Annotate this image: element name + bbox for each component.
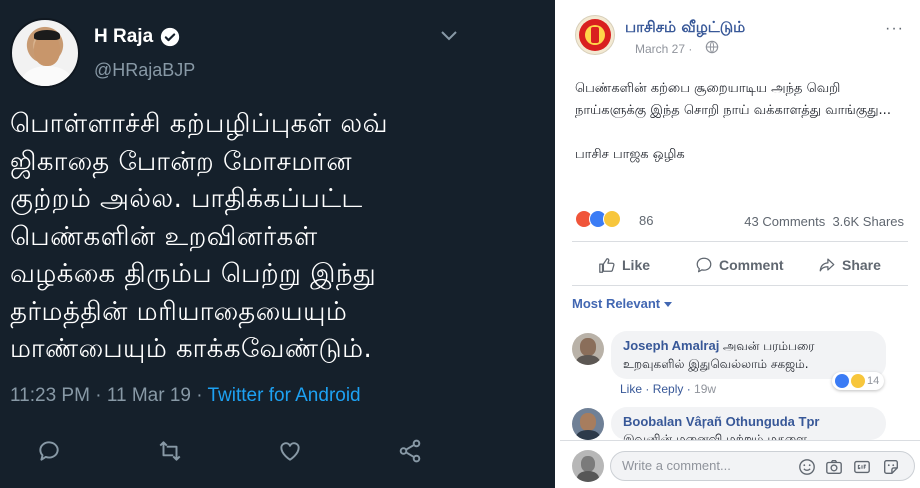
tweet-meta: 11:23 PM · 11 Mar 19 · Twitter for Andro…	[10, 385, 361, 407]
tweet-source-link[interactable]: Twitter for Android	[208, 385, 361, 406]
comment-text: உறவுகளில் இதுவெல்லாம் சகஜம்.	[623, 357, 809, 371]
tweet-author-name[interactable]: H Raja	[94, 26, 153, 48]
comment-text: இவனின் மனைவி மற்றும் மகளை	[623, 432, 807, 440]
comment-reactions[interactable]: 14	[832, 372, 885, 390]
share-arrow-icon	[819, 258, 835, 272]
sticker-icon[interactable]	[882, 458, 900, 476]
commenter-avatar[interactable]	[572, 333, 604, 365]
like-reaction-icon	[835, 374, 849, 388]
tweet-text-line: தர்மத்தின் மரியாதையையும்	[10, 296, 348, 327]
tweet-handle[interactable]: @HRajaBJP	[94, 60, 195, 81]
comment-sort-label: Most Relevant	[572, 296, 661, 311]
like-label: Like	[622, 257, 651, 273]
share-button[interactable]	[397, 438, 427, 468]
tweet-text-line: குற்றம் அல்ல. பாதிக்கப்பட்ட	[10, 184, 363, 214]
tweet-date[interactable]: 11 Mar 19	[107, 385, 191, 406]
write-comment-box[interactable]	[610, 451, 915, 481]
haha-reaction-icon	[603, 210, 621, 228]
comment-reply-link[interactable]: Reply	[653, 382, 684, 396]
comment-input[interactable]	[622, 458, 792, 473]
reply-icon	[39, 441, 59, 461]
share-post-button[interactable]: Share	[818, 254, 881, 276]
comment-like-link[interactable]: Like	[620, 382, 642, 396]
like-icon	[280, 442, 300, 461]
post-body: பெண்களின் கற்பை சூறையாடிய அந்த வெறி நாய்…	[575, 78, 905, 188]
thumbs-up-icon	[599, 258, 615, 273]
meta-separator: ·	[196, 385, 203, 406]
tweet-text-line: ஜிகாதை போன்ற மோசமான	[10, 146, 353, 177]
share-icon	[399, 439, 421, 463]
post-stats: 43 Comments 3.6K Shares	[744, 214, 904, 229]
tweet-text-line: மாண்பையும் காக்கவேண்டும்.	[10, 334, 373, 364]
divider	[572, 285, 908, 286]
comment-label: Comment	[719, 257, 784, 273]
tweet-text: பொள்ளாச்சி கற்பழிப்புகள் லவ் ஜிகாதை போன்…	[10, 106, 440, 369]
meta-separator: ·	[95, 385, 102, 406]
shares-count-link[interactable]: 3.6K Shares	[832, 214, 904, 229]
commenter-name[interactable]: Boobalan Vâŗañ Othunguda Tpr	[623, 414, 819, 429]
share-label: Share	[842, 257, 881, 273]
tweet-actions	[0, 438, 555, 472]
verified-badge-icon	[160, 27, 180, 47]
comment-reaction-count: 14	[867, 375, 880, 387]
post-paragraph: பாசிச பாஜக ஒழிக	[575, 147, 685, 162]
like-button[interactable]	[277, 438, 307, 468]
tweet-card: H Raja @HRajaBJP பொள்ளாச்சி கற்பழிப்புகள…	[0, 0, 555, 488]
tweet-text-line: பெண்களின் உறவினர்கள்	[10, 221, 318, 252]
comment-text: அவன் பரம்பரை	[722, 339, 815, 353]
comment-icon	[696, 257, 712, 273]
comments-count-link[interactable]: 43 Comments	[744, 214, 825, 229]
reaction-count[interactable]: 86	[639, 213, 653, 228]
profile-avatar[interactable]	[10, 18, 80, 88]
camera-icon[interactable]	[825, 458, 843, 476]
haha-reaction-icon	[851, 374, 865, 388]
more-options-icon[interactable]: ···	[885, 20, 904, 38]
comment-sort-dropdown[interactable]: Most Relevant	[572, 296, 673, 311]
divider	[572, 241, 908, 242]
retweet-icon	[159, 441, 181, 461]
caret-down-icon	[664, 302, 673, 308]
retweet-button[interactable]	[157, 438, 187, 468]
commenter-avatar[interactable]	[572, 408, 604, 440]
gif-icon[interactable]	[853, 458, 871, 476]
emoji-icon[interactable]	[798, 458, 816, 476]
current-user-avatar[interactable]	[572, 450, 604, 482]
divider	[560, 440, 920, 441]
facebook-post: பாசிசம் வீழட்டும் ··· March 27 · பெண்களி…	[560, 0, 920, 488]
tweet-time[interactable]: 11:23 PM	[10, 385, 90, 406]
globe-icon	[705, 40, 719, 54]
reply-button[interactable]	[36, 438, 66, 468]
comment-time[interactable]: 19w	[694, 382, 716, 396]
like-post-button[interactable]: Like	[598, 254, 650, 276]
tweet-text-line: வழக்கை திரும்ப பெற்று இந்து	[10, 259, 377, 289]
post-date[interactable]: March 27 ·	[635, 42, 692, 56]
page-avatar[interactable]	[575, 15, 615, 55]
comment-post-button[interactable]: Comment	[695, 254, 784, 276]
comment-bubble: Boobalan Vâŗañ Othunguda Tpr இவனின் மனைவ…	[611, 407, 886, 440]
post-paragraph: பெண்களின் கற்பை சூறையாடிய அந்த வெறி நாய்…	[575, 81, 891, 118]
comment-actions: Like · Reply · 19w	[620, 382, 717, 396]
tweet-text-line: பொள்ளாச்சி கற்பழிப்புகள் லவ்	[10, 109, 388, 139]
commenter-name[interactable]: Joseph Amalraj	[623, 338, 719, 353]
chevron-down-icon[interactable]	[440, 30, 458, 42]
page-name-link[interactable]: பாசிசம் வீழட்டும்	[625, 18, 745, 38]
